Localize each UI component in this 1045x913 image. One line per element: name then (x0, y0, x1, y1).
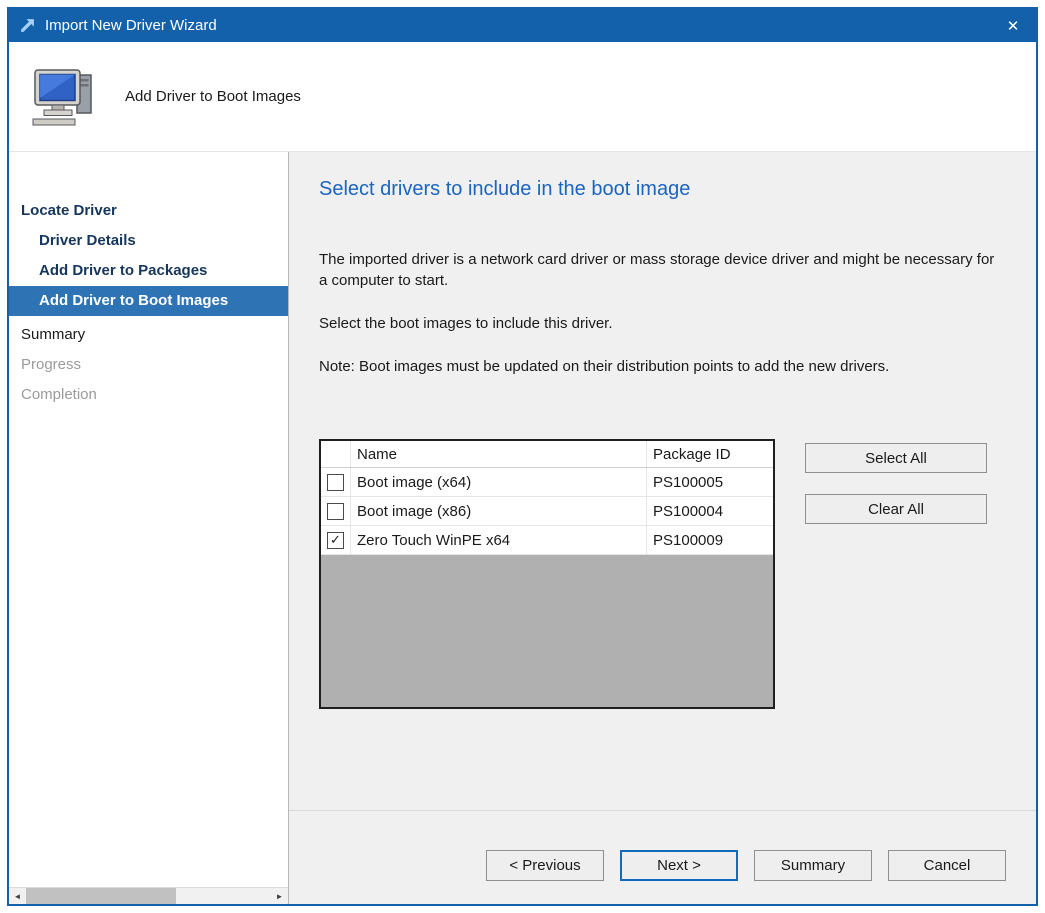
table-row[interactable]: ✓ Zero Touch WinPE x64 PS100009 (321, 526, 773, 555)
table-side-buttons: Select All Clear All (805, 439, 987, 709)
row-name: Boot image (x86) (351, 497, 647, 525)
select-all-button[interactable]: Select All (805, 443, 987, 473)
row-package-id: PS100009 (647, 526, 773, 554)
row-name: Boot image (x64) (351, 468, 647, 496)
main-panel: Select drivers to include in the boot im… (289, 152, 1036, 810)
horizontal-scrollbar[interactable]: ◄ ► (9, 887, 288, 904)
title-bar: Import New Driver Wizard ✕ (9, 9, 1036, 42)
column-header-package-id[interactable]: Package ID (647, 441, 773, 467)
table-row[interactable]: Boot image (x64) PS100005 (321, 468, 773, 497)
row-package-id: PS100005 (647, 468, 773, 496)
table-zone: Name Package ID Boot image (x64) PS10000… (319, 439, 1006, 709)
close-icon: ✕ (1007, 17, 1020, 35)
row-package-id: PS100004 (647, 497, 773, 525)
row-checkbox[interactable] (327, 474, 344, 491)
cancel-button[interactable]: Cancel (888, 850, 1006, 881)
table-header-row: Name Package ID (321, 441, 773, 468)
content-area: Select drivers to include in the boot im… (289, 152, 1036, 904)
scroll-left-icon: ◄ (14, 892, 22, 901)
wizard-window: Import New Driver Wizard ✕ Add Driver to… (7, 7, 1038, 906)
scroll-left-button[interactable]: ◄ (9, 888, 26, 904)
row-name: Zero Touch WinPE x64 (351, 526, 647, 554)
scroll-right-icon: ► (276, 892, 284, 901)
checkbox-cell (321, 497, 351, 525)
row-checkbox[interactable]: ✓ (327, 532, 344, 549)
sidebar-item-locate-driver[interactable]: Locate Driver (9, 196, 288, 226)
page-heading: Select drivers to include in the boot im… (319, 178, 1006, 201)
scroll-right-button[interactable]: ► (271, 888, 288, 904)
scrollbar-thumb[interactable] (26, 888, 176, 904)
checkbox-cell: ✓ (321, 526, 351, 554)
table-row[interactable]: Boot image (x86) PS100004 (321, 497, 773, 526)
sidebar-item-driver-details[interactable]: Driver Details (9, 226, 288, 256)
checkbox-cell (321, 468, 351, 496)
wizard-icon (19, 17, 36, 34)
sidebar-item-completion: Completion (9, 380, 288, 410)
boot-images-table: Name Package ID Boot image (x64) PS10000… (319, 439, 775, 709)
column-header-name[interactable]: Name (351, 441, 647, 467)
wizard-steps-sidebar: Locate Driver Driver Details Add Driver … (9, 152, 289, 904)
sidebar-item-add-driver-to-boot-images[interactable]: Add Driver to Boot Images (9, 286, 288, 316)
footer: < Previous Next > Summary Cancel (289, 810, 1036, 904)
sidebar-item-progress: Progress (9, 350, 288, 380)
scrollbar-track[interactable] (176, 888, 271, 904)
clear-all-button[interactable]: Clear All (805, 494, 987, 524)
summary-button[interactable]: Summary (754, 850, 872, 881)
wizard-header: Add Driver to Boot Images (9, 42, 1036, 152)
next-button[interactable]: Next > (620, 850, 738, 881)
sidebar-item-summary: Summary (9, 320, 288, 350)
table-empty-area (321, 555, 773, 707)
column-header-checkbox (321, 441, 351, 467)
sidebar-item-add-driver-to-packages[interactable]: Add Driver to Packages (9, 256, 288, 286)
previous-button[interactable]: < Previous (486, 850, 604, 881)
instruction-text-3: Note: Boot images must be updated on the… (319, 356, 1006, 377)
close-button[interactable]: ✕ (990, 9, 1036, 42)
instruction-text-2: Select the boot images to include this d… (319, 313, 1006, 334)
row-checkbox[interactable] (327, 503, 344, 520)
wizard-body: Locate Driver Driver Details Add Driver … (9, 152, 1036, 904)
window-title: Import New Driver Wizard (45, 17, 990, 34)
wizard-page-title: Add Driver to Boot Images (125, 88, 301, 105)
computer-icon (31, 67, 97, 127)
instruction-text-1: The imported driver is a network card dr… (319, 249, 1006, 291)
